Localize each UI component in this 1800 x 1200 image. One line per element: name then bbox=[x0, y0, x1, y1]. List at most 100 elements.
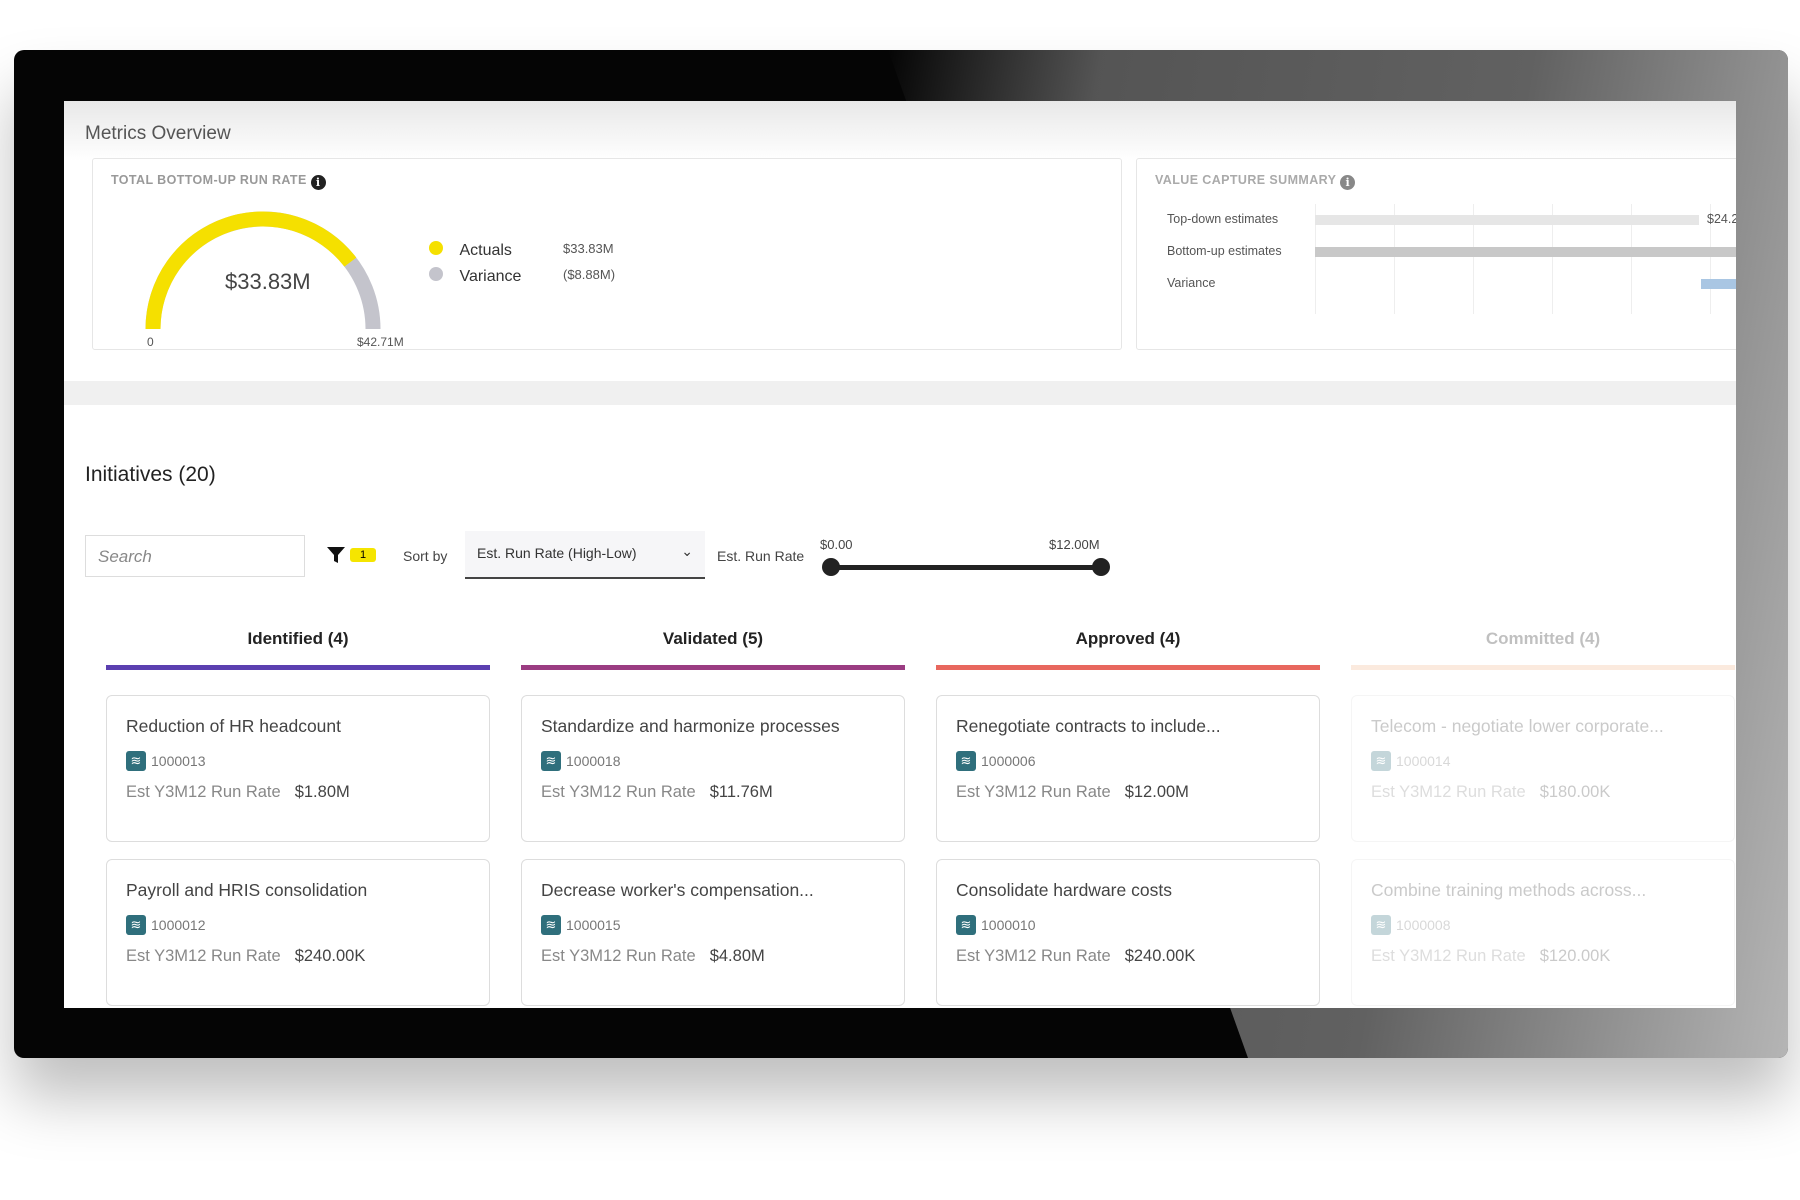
initiative-name: Consolidate hardware costs bbox=[956, 880, 1172, 900]
initiative-card[interactable]: Standardize and harmonize processes ≋ 100… bbox=[521, 695, 905, 842]
filter-count-badge: 1 bbox=[350, 548, 377, 562]
run-rate-card: TOTAL BOTTOM-UP RUN RATE i $33.83M 0 $42.… bbox=[92, 158, 1122, 350]
stack-icon: ≋ bbox=[541, 751, 561, 771]
gauge-min: 0 bbox=[147, 335, 154, 349]
column-color-bar bbox=[936, 665, 1320, 670]
legend-label: Actuals bbox=[459, 242, 512, 259]
filter-icon bbox=[327, 547, 345, 563]
range-slider-track[interactable] bbox=[830, 565, 1102, 570]
column-title[interactable]: Validated (5) bbox=[521, 629, 905, 649]
legend-actuals: Actuals bbox=[429, 241, 512, 260]
initiative-card[interactable]: Telecom - negotiate lower corporate... ≋… bbox=[1351, 695, 1735, 842]
value-capture-card: VALUE CAPTURE SUMMARY i Top-down estimate… bbox=[1136, 158, 1736, 350]
initiative-id: 1000010 bbox=[981, 917, 1036, 933]
run-rate-value: $4.80M bbox=[709, 947, 765, 965]
legend-value: ($8.88M) bbox=[563, 267, 616, 282]
search-input[interactable]: Search bbox=[85, 535, 305, 577]
initiative-id: 1000014 bbox=[1396, 753, 1451, 769]
initiative-id: 1000018 bbox=[566, 753, 621, 769]
initiative-card[interactable]: Payroll and HRIS consolidation ≋ 1000012 … bbox=[106, 859, 490, 1006]
stack-icon: ≋ bbox=[956, 915, 976, 935]
screen: Metrics Overview TOTAL BOTTOM-UP RUN RAT… bbox=[64, 101, 1736, 1008]
range-max: $12.00M bbox=[1049, 537, 1100, 552]
stack-icon: ≋ bbox=[1371, 915, 1391, 935]
initiative-id: 1000013 bbox=[151, 753, 206, 769]
initiatives-title: Initiatives (20) bbox=[85, 463, 216, 486]
stack-icon: ≋ bbox=[126, 915, 146, 935]
run-rate-value: $240.00K bbox=[1124, 947, 1196, 965]
run-rate-value: $12.00M bbox=[1124, 783, 1189, 801]
legend-variance: Variance bbox=[429, 267, 521, 286]
top-down-value: $24.2 bbox=[1707, 212, 1736, 226]
column-color-bar bbox=[1351, 665, 1735, 670]
stack-icon: ≋ bbox=[1371, 751, 1391, 771]
initiative-card[interactable]: Consolidate hardware costs ≋ 1000010 Est … bbox=[936, 859, 1320, 1006]
run-rate-value: $180.00K bbox=[1539, 783, 1611, 801]
run-rate-label: Est Y3M12 Run Rate bbox=[126, 947, 281, 965]
value-capture-title: VALUE CAPTURE SUMMARY i bbox=[1155, 173, 1356, 190]
value-capture-title-text: VALUE CAPTURE SUMMARY bbox=[1155, 173, 1337, 187]
row-label: Top-down estimates bbox=[1167, 212, 1279, 226]
sort-label: Sort by bbox=[403, 548, 448, 564]
initiative-name: Telecom - negotiate lower corporate... bbox=[1371, 716, 1664, 736]
column-color-bar bbox=[521, 665, 905, 670]
variance-dot bbox=[429, 267, 443, 281]
row-label: Variance bbox=[1167, 276, 1216, 290]
initiative-name: Payroll and HRIS consolidation bbox=[126, 880, 368, 900]
actuals-dot bbox=[429, 241, 443, 255]
gauge bbox=[145, 211, 381, 330]
range-min: $0.00 bbox=[820, 537, 853, 552]
sort-select[interactable]: Est. Run Rate (High-Low) ⌄ bbox=[465, 531, 705, 579]
initiative-name: Standardize and harmonize processes bbox=[541, 716, 840, 736]
initiative-name: Reduction of HR headcount bbox=[126, 716, 341, 736]
initiative-id: 1000008 bbox=[1396, 917, 1451, 933]
gauge-value: $33.83M bbox=[225, 269, 311, 294]
initiative-id: 1000015 bbox=[566, 917, 621, 933]
metrics-title: Metrics Overview bbox=[85, 123, 231, 144]
run-rate-label: Est Y3M12 Run Rate bbox=[1371, 947, 1526, 965]
sort-value: Est. Run Rate (High-Low) bbox=[477, 545, 637, 561]
initiative-name: Decrease worker's compensation... bbox=[541, 880, 814, 900]
filter-button[interactable]: 1 bbox=[326, 545, 377, 565]
chevron-down-icon: ⌄ bbox=[681, 543, 693, 559]
range-label: Est. Run Rate bbox=[717, 548, 805, 564]
stack-icon: ≋ bbox=[541, 915, 561, 935]
legend-value: $33.83M bbox=[563, 241, 614, 256]
range-min-handle[interactable] bbox=[822, 558, 840, 576]
screen-glare bbox=[64, 101, 1736, 161]
run-rate-title-text: TOTAL BOTTOM-UP RUN RATE bbox=[111, 173, 307, 187]
column-title[interactable]: Approved (4) bbox=[936, 629, 1320, 649]
run-rate-value: $120.00K bbox=[1539, 947, 1611, 965]
column-title[interactable]: Committed (4) bbox=[1351, 629, 1735, 649]
initiative-name: Combine training methods across... bbox=[1371, 880, 1647, 900]
run-rate-value: $11.76M bbox=[709, 783, 773, 801]
column-title[interactable]: Identified (4) bbox=[106, 629, 490, 649]
gauge-max: $42.71M bbox=[357, 335, 404, 349]
range-max-handle[interactable] bbox=[1092, 558, 1110, 576]
initiative-card[interactable]: Renegotiate contracts to include... ≋ 100… bbox=[936, 695, 1320, 842]
stack-icon: ≋ bbox=[126, 751, 146, 771]
info-icon[interactable]: i bbox=[310, 175, 326, 190]
run-rate-label: Est Y3M12 Run Rate bbox=[541, 947, 696, 965]
initiative-card[interactable]: Reduction of HR headcount ≋ 1000013 Est Y… bbox=[106, 695, 490, 842]
run-rate-value: $1.80M bbox=[294, 783, 350, 801]
initiative-card[interactable]: Combine training methods across... ≋ 1000… bbox=[1351, 859, 1735, 1006]
run-rate-value: $240.00K bbox=[294, 947, 366, 965]
initiative-card[interactable]: Decrease worker's compensation... ≋ 10000… bbox=[521, 859, 905, 1006]
bottom-up-bar bbox=[1315, 247, 1736, 257]
info-icon[interactable]: i bbox=[1340, 175, 1356, 190]
initiative-id: 1000006 bbox=[981, 753, 1036, 769]
run-rate-label: Est Y3M12 Run Rate bbox=[541, 783, 696, 801]
column-color-bar bbox=[106, 665, 490, 670]
run-rate-title: TOTAL BOTTOM-UP RUN RATE i bbox=[111, 173, 326, 190]
section-divider bbox=[64, 381, 1736, 405]
run-rate-label: Est Y3M12 Run Rate bbox=[956, 947, 1111, 965]
top-down-bar bbox=[1315, 215, 1699, 225]
run-rate-label: Est Y3M12 Run Rate bbox=[956, 783, 1111, 801]
stack-icon: ≋ bbox=[956, 751, 976, 771]
row-label: Bottom-up estimates bbox=[1167, 244, 1282, 258]
run-rate-label: Est Y3M12 Run Rate bbox=[126, 783, 281, 801]
run-rate-label: Est Y3M12 Run Rate bbox=[1371, 783, 1526, 801]
initiative-name: Renegotiate contracts to include... bbox=[956, 716, 1221, 736]
variance-bar bbox=[1701, 279, 1736, 289]
